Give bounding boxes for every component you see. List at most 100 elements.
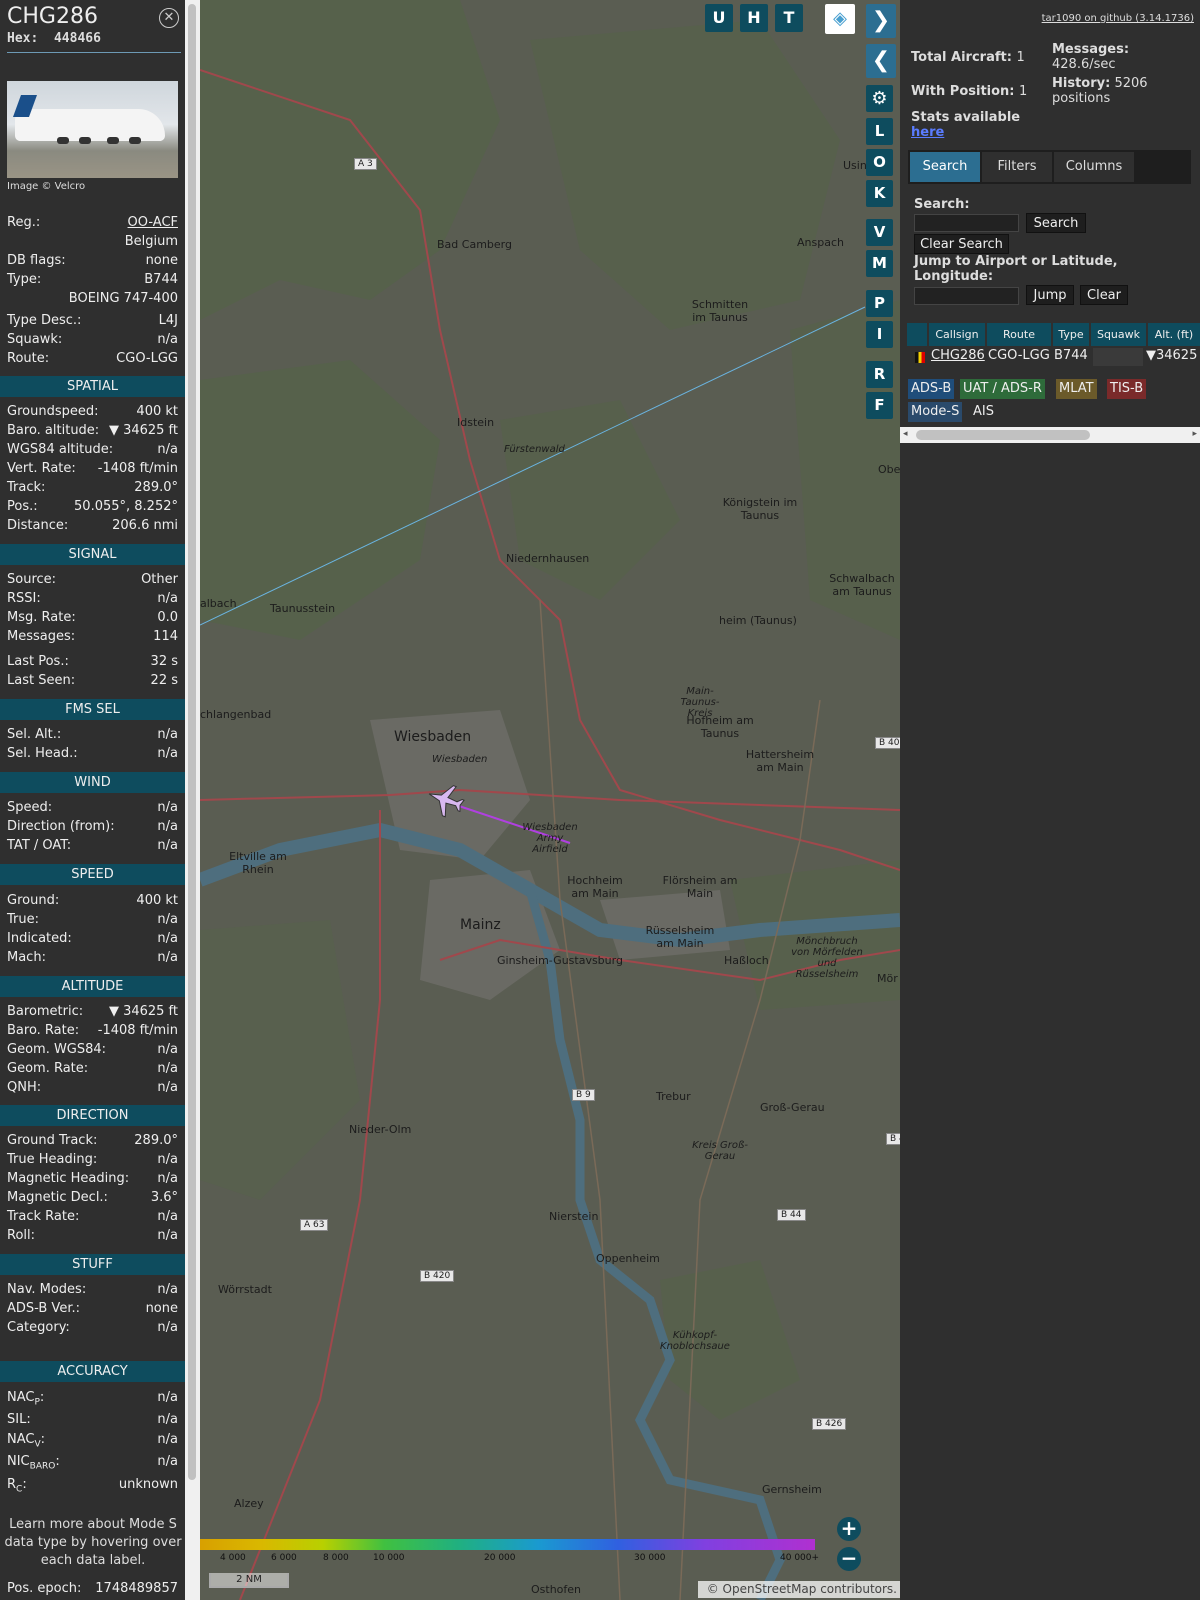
map-view[interactable]: Wiesbaden Mainz Idstein Bad Camberg Nied…: [200, 0, 900, 1600]
toggle-f-button[interactable]: F: [866, 392, 893, 419]
toggle-h-button[interactable]: H: [740, 4, 768, 32]
clear-search-button[interactable]: Clear Search: [914, 234, 1009, 254]
road-label: B 44: [777, 1209, 806, 1221]
scroll-right-icon[interactable]: ▸: [1192, 429, 1197, 439]
toggle-m-button[interactable]: M: [866, 250, 893, 277]
github-link[interactable]: tar1090 on github (3.14.1736): [1042, 13, 1194, 24]
layers-icon[interactable]: ◈: [825, 4, 855, 34]
map-label: Osthofen: [531, 1583, 582, 1596]
data-row: Ground: 400 kt: [7, 893, 178, 908]
map-label: Idstein: [457, 416, 495, 429]
zoom-in-button[interactable]: +: [837, 1517, 861, 1541]
toggle-r-button[interactable]: R: [866, 361, 893, 388]
photo-engine-shape: [79, 137, 91, 144]
toggle-p-button[interactable]: P: [866, 290, 893, 317]
table-horizontal-scrollbar[interactable]: ◂ ▸: [900, 427, 1200, 443]
data-row: Distance: 206.6 nmi: [7, 518, 178, 533]
table-header[interactable]: Callsign: [929, 323, 985, 346]
data-row: TAT / OAT: n/a: [7, 838, 178, 853]
map-label: Wiesbaden: [432, 754, 488, 765]
toggle-l-button[interactable]: L: [866, 118, 893, 145]
section-header-direction: DIRECTION: [0, 1105, 185, 1126]
colorbar-tick: 10 000: [373, 1553, 405, 1563]
map-label: Mönchbruch von Mörfelden und Rüsselsheim: [791, 936, 863, 980]
table-header[interactable]: Route: [987, 323, 1051, 346]
table-cell-squawk[interactable]: [1093, 348, 1143, 366]
map-label: Flörsheim am Main: [662, 874, 738, 900]
map-label: Niedernhausen: [506, 552, 590, 565]
toggle-k-button[interactable]: K: [866, 180, 893, 207]
photo-engine-shape: [129, 137, 141, 144]
toggle-t-button[interactable]: T: [775, 4, 803, 32]
search-input[interactable]: [914, 214, 1019, 232]
toggle-i-button[interactable]: I: [866, 321, 893, 348]
legend-tisb[interactable]: TIS-B: [1107, 379, 1147, 399]
data-row: Groundspeed: 400 kt: [7, 404, 178, 419]
clear-button[interactable]: Clear: [1080, 285, 1128, 305]
table-cell-callsign[interactable]: CHG286: [931, 348, 985, 366]
map-label: Haßloch: [724, 954, 769, 967]
stats-available-label: Stats available: [911, 110, 1021, 125]
map-label: Mör: [877, 972, 898, 985]
colorbar-tick: 8 000: [323, 1553, 349, 1563]
data-row: Msg. Rate: 0.0: [7, 610, 178, 625]
data-row: RC: unknown: [7, 1477, 178, 1495]
collapse-left-icon[interactable]: ❮: [866, 44, 896, 78]
toggle-u-button[interactable]: U: [705, 4, 733, 32]
table-cell-type[interactable]: B744: [1054, 348, 1088, 366]
map-label: Obe: [878, 463, 900, 476]
stats-link[interactable]: here: [911, 125, 944, 140]
map-label: Kühkopf-Knoblochsaue: [660, 1330, 730, 1352]
info-row-type-name: BOEING 747-400: [68, 291, 178, 306]
table-header[interactable]: Squawk: [1091, 323, 1146, 346]
map-label: chlangenbad: [200, 708, 272, 721]
section-header-accuracy: ACCURACY: [0, 1361, 185, 1382]
data-row: Speed: n/a: [7, 800, 178, 815]
info-row-route: Route: CGO-LGG: [7, 351, 178, 366]
sidebar-scrollbar[interactable]: [185, 0, 200, 1600]
table-header[interactable]: Type: [1053, 323, 1089, 346]
map-label: Schmitten im Taunus: [691, 298, 749, 324]
photo-engine-shape: [107, 137, 119, 144]
tab-columns[interactable]: Columns: [1054, 152, 1134, 182]
map-label: Ginsheim-Gustavsburg: [497, 954, 623, 967]
table-header[interactable]: Alt. (ft): [1148, 323, 1200, 346]
search-button[interactable]: Search: [1026, 213, 1086, 233]
photo-engine-shape: [57, 137, 69, 144]
data-row: SIL: n/a: [7, 1412, 178, 1427]
scrollbar-thumb[interactable]: [916, 430, 1090, 440]
registration-link[interactable]: OO-ACF: [128, 215, 178, 230]
scroll-left-icon[interactable]: ◂: [903, 429, 908, 439]
jump-input[interactable]: [914, 287, 1019, 305]
scrollbar-thumb[interactable]: [188, 4, 196, 1480]
toggle-o-button[interactable]: O: [866, 149, 893, 176]
section-header-fms: FMS SEL: [0, 699, 185, 720]
legend-mlat[interactable]: MLAT: [1056, 379, 1097, 399]
toggle-v-button[interactable]: V: [866, 219, 893, 246]
close-icon[interactable]: ✕: [159, 8, 179, 28]
gear-icon[interactable]: ⚙: [866, 85, 893, 112]
tab-search[interactable]: Search: [910, 152, 980, 182]
legend-modes[interactable]: Mode-S: [908, 402, 963, 422]
table-cell-route[interactable]: CGO-LGG: [988, 348, 1050, 366]
road-label: B 420: [420, 1270, 455, 1282]
data-row: NACV: n/a: [7, 1432, 178, 1450]
data-row-pos-epoch: Pos. epoch: 1748489857: [7, 1581, 178, 1596]
map-attribution[interactable]: © OpenStreetMap contributors.: [698, 1581, 900, 1598]
data-row: WGS84 altitude: n/a: [7, 442, 178, 457]
tab-filters[interactable]: Filters: [982, 152, 1052, 182]
map-label: Fürstenwald: [504, 444, 565, 455]
legend-ais[interactable]: AIS: [970, 402, 997, 422]
legend-uat[interactable]: UAT / ADS-R: [960, 379, 1045, 399]
messages-stat-label: Messages:: [1052, 42, 1130, 57]
legend-adsb[interactable]: ADS-B: [908, 379, 955, 399]
altitude-color-bar: [200, 1539, 815, 1550]
zoom-out-button[interactable]: −: [837, 1547, 861, 1571]
jump-button[interactable]: Jump: [1026, 285, 1074, 305]
table-cell-altitude[interactable]: ▼34625: [1146, 348, 1197, 366]
jump-label: Jump to Airport or Latitude, Longitude:: [914, 254, 1118, 284]
aircraft-photo[interactable]: [7, 81, 178, 178]
data-row: Vert. Rate: -1408 ft/min: [7, 461, 178, 476]
data-row: Baro. Rate: -1408 ft/min: [7, 1023, 178, 1038]
expand-right-icon[interactable]: ❯: [866, 4, 896, 38]
